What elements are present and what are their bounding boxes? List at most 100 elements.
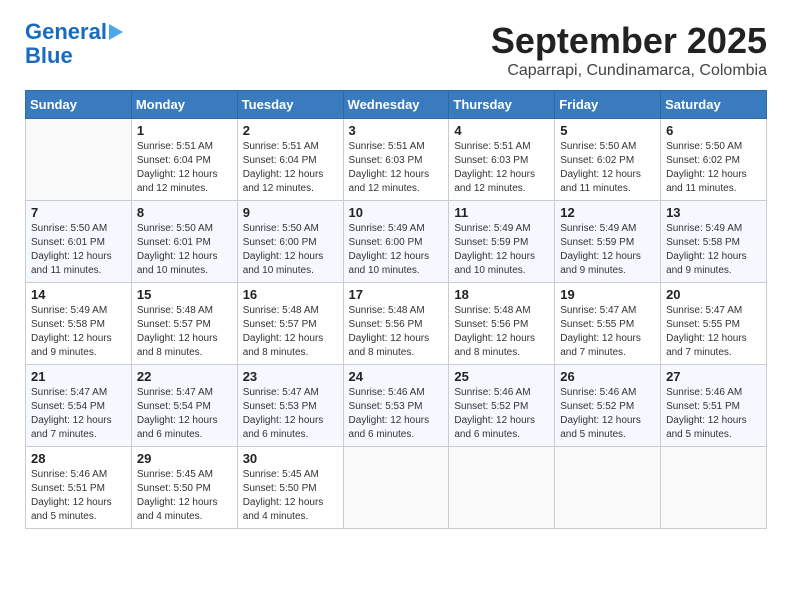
calendar-body: 1 Sunrise: 5:51 AM Sunset: 6:04 PM Daylig… — [26, 119, 767, 529]
day-number: 26 — [560, 369, 655, 384]
day-number: 3 — [349, 123, 444, 138]
day-number: 22 — [137, 369, 232, 384]
day-info: Sunrise: 5:48 AM Sunset: 5:57 PM Dayligh… — [137, 304, 232, 360]
day-info: Sunrise: 5:46 AM Sunset: 5:51 PM Dayligh… — [666, 386, 761, 442]
day-number: 28 — [31, 451, 126, 466]
day-info: Sunrise: 5:51 AM Sunset: 6:03 PM Dayligh… — [349, 140, 444, 196]
calendar-day-9: 9 Sunrise: 5:50 AM Sunset: 6:00 PM Daylig… — [237, 201, 343, 283]
day-number: 15 — [137, 287, 232, 302]
day-info: Sunrise: 5:51 AM Sunset: 6:04 PM Dayligh… — [137, 140, 232, 196]
calendar-day-18: 18 Sunrise: 5:48 AM Sunset: 5:56 PM Dayli… — [449, 283, 555, 365]
header-day-monday: Monday — [131, 91, 237, 119]
day-number: 6 — [666, 123, 761, 138]
day-info: Sunrise: 5:50 AM Sunset: 6:01 PM Dayligh… — [31, 222, 126, 278]
month-title: September 2025 — [491, 20, 767, 62]
calendar-day-3: 3 Sunrise: 5:51 AM Sunset: 6:03 PM Daylig… — [343, 119, 449, 201]
calendar-week-2: 7 Sunrise: 5:50 AM Sunset: 6:01 PM Daylig… — [26, 201, 767, 283]
header-day-wednesday: Wednesday — [343, 91, 449, 119]
day-number: 9 — [243, 205, 338, 220]
location-subtitle: Caparrapi, Cundinamarca, Colombia — [491, 62, 767, 80]
calendar-day-1: 1 Sunrise: 5:51 AM Sunset: 6:04 PM Daylig… — [131, 119, 237, 201]
day-number: 30 — [243, 451, 338, 466]
calendar-day-21: 21 Sunrise: 5:47 AM Sunset: 5:54 PM Dayli… — [26, 365, 132, 447]
day-info: Sunrise: 5:50 AM Sunset: 6:00 PM Dayligh… — [243, 222, 338, 278]
calendar-day-27: 27Sunrise: 5:46 AM Sunset: 5:51 PM Dayli… — [661, 365, 767, 447]
calendar-day-17: 17Sunrise: 5:48 AM Sunset: 5:56 PM Dayli… — [343, 283, 449, 365]
day-number: 14 — [31, 287, 126, 302]
day-number: 12 — [560, 205, 655, 220]
calendar-header: SundayMondayTuesdayWednesdayThursdayFrid… — [26, 91, 767, 119]
day-number: 2 — [243, 123, 338, 138]
calendar-week-5: 28 Sunrise: 5:46 AM Sunset: 5:51 PM Dayli… — [26, 447, 767, 529]
day-number: 10 — [349, 205, 444, 220]
logo-arrow-icon — [109, 24, 123, 40]
calendar-day-10: 10 Sunrise: 5:49 AM Sunset: 6:00 PM Dayli… — [343, 201, 449, 283]
calendar-day-26: 26 Sunrise: 5:46 AM Sunset: 5:52 PM Dayli… — [555, 365, 661, 447]
day-info: Sunrise: 5:50 AM Sunset: 6:02 PM Dayligh… — [560, 140, 655, 196]
calendar-day-23: 23 Sunrise: 5:47 AM Sunset: 5:53 PM Dayli… — [237, 365, 343, 447]
calendar-day-29: 29 Sunrise: 5:45 AM Sunset: 5:50 PM Dayli… — [131, 447, 237, 529]
calendar-day-16: 16 Sunrise: 5:48 AM Sunset: 5:57 PM Dayli… — [237, 283, 343, 365]
day-number: 19 — [560, 287, 655, 302]
calendar-day-25: 25 Sunrise: 5:46 AM Sunset: 5:52 PM Dayli… — [449, 365, 555, 447]
day-number: 25 — [454, 369, 549, 384]
calendar-day-13: 13Sunrise: 5:49 AM Sunset: 5:58 PM Dayli… — [661, 201, 767, 283]
logo-text: General — [25, 20, 107, 44]
day-number: 24 — [349, 369, 444, 384]
calendar-day-5: 5Sunrise: 5:50 AM Sunset: 6:02 PM Daylig… — [555, 119, 661, 201]
day-info: Sunrise: 5:47 AM Sunset: 5:53 PM Dayligh… — [243, 386, 338, 442]
day-number: 7 — [31, 205, 126, 220]
day-number: 20 — [666, 287, 761, 302]
logo: General Blue — [25, 20, 123, 68]
header-day-friday: Friday — [555, 91, 661, 119]
day-info: Sunrise: 5:47 AM Sunset: 5:55 PM Dayligh… — [560, 304, 655, 360]
header-day-thursday: Thursday — [449, 91, 555, 119]
header-day-tuesday: Tuesday — [237, 91, 343, 119]
day-info: Sunrise: 5:49 AM Sunset: 5:59 PM Dayligh… — [560, 222, 655, 278]
day-info: Sunrise: 5:47 AM Sunset: 5:54 PM Dayligh… — [31, 386, 126, 442]
calendar-day-24: 24 Sunrise: 5:46 AM Sunset: 5:53 PM Dayli… — [343, 365, 449, 447]
title-block: September 2025 Caparrapi, Cundinamarca, … — [491, 20, 767, 80]
day-info: Sunrise: 5:46 AM Sunset: 5:53 PM Dayligh… — [349, 386, 444, 442]
calendar-empty — [343, 447, 449, 529]
day-info: Sunrise: 5:48 AM Sunset: 5:57 PM Dayligh… — [243, 304, 338, 360]
calendar-day-22: 22 Sunrise: 5:47 AM Sunset: 5:54 PM Dayli… — [131, 365, 237, 447]
calendar-day-7: 7 Sunrise: 5:50 AM Sunset: 6:01 PM Daylig… — [26, 201, 132, 283]
day-number: 1 — [137, 123, 232, 138]
header-day-sunday: Sunday — [26, 91, 132, 119]
day-number: 16 — [243, 287, 338, 302]
calendar-empty — [26, 119, 132, 201]
calendar-week-3: 14 Sunrise: 5:49 AM Sunset: 5:58 PM Dayli… — [26, 283, 767, 365]
calendar-day-8: 8Sunrise: 5:50 AM Sunset: 6:01 PM Daylig… — [131, 201, 237, 283]
day-info: Sunrise: 5:46 AM Sunset: 5:52 PM Dayligh… — [454, 386, 549, 442]
logo-blue-text: Blue — [25, 44, 73, 68]
day-info: Sunrise: 5:46 AM Sunset: 5:52 PM Dayligh… — [560, 386, 655, 442]
day-info: Sunrise: 5:49 AM Sunset: 5:58 PM Dayligh… — [31, 304, 126, 360]
calendar-week-4: 21 Sunrise: 5:47 AM Sunset: 5:54 PM Dayli… — [26, 365, 767, 447]
calendar-day-4: 4Sunrise: 5:51 AM Sunset: 6:03 PM Daylig… — [449, 119, 555, 201]
day-info: Sunrise: 5:47 AM Sunset: 5:54 PM Dayligh… — [137, 386, 232, 442]
day-info: Sunrise: 5:51 AM Sunset: 6:04 PM Dayligh… — [243, 140, 338, 196]
day-info: Sunrise: 5:48 AM Sunset: 5:56 PM Dayligh… — [454, 304, 549, 360]
day-info: Sunrise: 5:49 AM Sunset: 5:58 PM Dayligh… — [666, 222, 761, 278]
calendar-day-30: 30 Sunrise: 5:45 AM Sunset: 5:50 PM Dayli… — [237, 447, 343, 529]
day-number: 18 — [454, 287, 549, 302]
day-info: Sunrise: 5:49 AM Sunset: 6:00 PM Dayligh… — [349, 222, 444, 278]
day-number: 29 — [137, 451, 232, 466]
page-header: General Blue September 2025 Caparrapi, C… — [25, 20, 767, 80]
day-info: Sunrise: 5:45 AM Sunset: 5:50 PM Dayligh… — [243, 468, 338, 524]
calendar-day-28: 28 Sunrise: 5:46 AM Sunset: 5:51 PM Dayli… — [26, 447, 132, 529]
day-info: Sunrise: 5:46 AM Sunset: 5:51 PM Dayligh… — [31, 468, 126, 524]
calendar-day-19: 19 Sunrise: 5:47 AM Sunset: 5:55 PM Dayli… — [555, 283, 661, 365]
calendar-day-14: 14 Sunrise: 5:49 AM Sunset: 5:58 PM Dayli… — [26, 283, 132, 365]
day-info: Sunrise: 5:45 AM Sunset: 5:50 PM Dayligh… — [137, 468, 232, 524]
calendar-empty — [449, 447, 555, 529]
calendar-day-20: 20Sunrise: 5:47 AM Sunset: 5:55 PM Dayli… — [661, 283, 767, 365]
day-number: 23 — [243, 369, 338, 384]
calendar-day-15: 15 Sunrise: 5:48 AM Sunset: 5:57 PM Dayli… — [131, 283, 237, 365]
calendar-table: SundayMondayTuesdayWednesdayThursdayFrid… — [25, 90, 767, 529]
day-number: 4 — [454, 123, 549, 138]
day-info: Sunrise: 5:50 AM Sunset: 6:02 PM Dayligh… — [666, 140, 761, 196]
day-number: 21 — [31, 369, 126, 384]
day-info: Sunrise: 5:49 AM Sunset: 5:59 PM Dayligh… — [454, 222, 549, 278]
